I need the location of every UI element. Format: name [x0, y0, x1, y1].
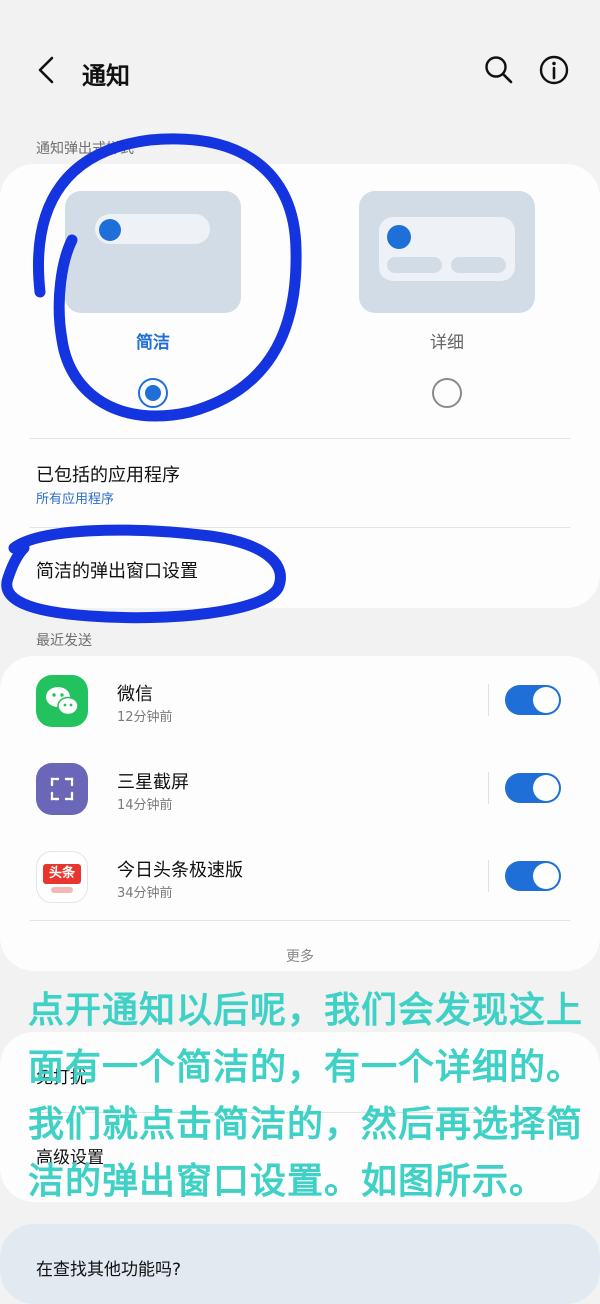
toutiao-toggle[interactable] — [505, 861, 561, 891]
section-label-popup-style: 通知弹出式样式 — [36, 141, 134, 157]
search-icon[interactable] — [482, 53, 516, 87]
app-name: 微信 — [117, 684, 153, 705]
app-name: 三星截屏 — [117, 772, 189, 793]
toutiao-icon: 头条 — [36, 851, 88, 903]
brief-style-radio[interactable] — [138, 378, 168, 408]
wechat-icon — [36, 675, 88, 727]
preview-dot — [387, 225, 411, 249]
app-time: 34分钟前 — [117, 886, 173, 901]
preview-button — [387, 257, 442, 273]
preview-dot — [99, 219, 121, 241]
overlay-caption: 点开通知以后呢，我们会发现这上面有一个简洁的，有一个详细的。我们就点击简洁的，然… — [28, 990, 584, 1202]
more-button[interactable]: 更多 — [0, 946, 600, 966]
detailed-style-radio[interactable] — [432, 378, 462, 408]
looking-for-features[interactable]: 在查找其他功能吗? — [36, 1255, 181, 1280]
radio-selected-dot — [145, 385, 161, 401]
preview-button — [451, 257, 506, 273]
page-title: 通知 — [82, 62, 130, 90]
app-name: 今日头条极速版 — [117, 860, 243, 881]
app-time: 14分钟前 — [117, 798, 173, 813]
divider — [30, 438, 570, 439]
divider — [30, 920, 570, 921]
included-apps-value: 所有应用程序 — [36, 492, 115, 507]
detailed-style-preview[interactable] — [359, 191, 535, 313]
section-label-recent: 最近发送 — [36, 633, 92, 649]
toggle-knob — [533, 775, 559, 801]
brief-style-label: 简洁 — [136, 333, 170, 353]
included-apps-title: 已包括的应用程序 — [36, 465, 180, 486]
separator — [488, 684, 489, 716]
divider — [30, 527, 570, 528]
separator — [488, 860, 489, 892]
back-icon[interactable] — [30, 52, 66, 88]
app-time: 12分钟前 — [117, 710, 173, 725]
brief-style-preview[interactable] — [65, 191, 241, 313]
wechat-toggle[interactable] — [505, 685, 561, 715]
screenshot-icon — [36, 763, 88, 815]
toggle-knob — [533, 687, 559, 713]
info-icon[interactable] — [537, 53, 571, 87]
toutiao-icon-text: 头条 — [43, 864, 81, 884]
screenshot-toggle[interactable] — [505, 773, 561, 803]
icon-detail — [51, 887, 73, 893]
toggle-knob — [533, 863, 559, 889]
detailed-style-label: 详细 — [430, 333, 464, 353]
brief-popup-settings[interactable]: 简洁的弹出窗口设置 — [36, 557, 198, 583]
separator — [488, 772, 489, 804]
app-header: 通知 — [0, 0, 600, 140]
